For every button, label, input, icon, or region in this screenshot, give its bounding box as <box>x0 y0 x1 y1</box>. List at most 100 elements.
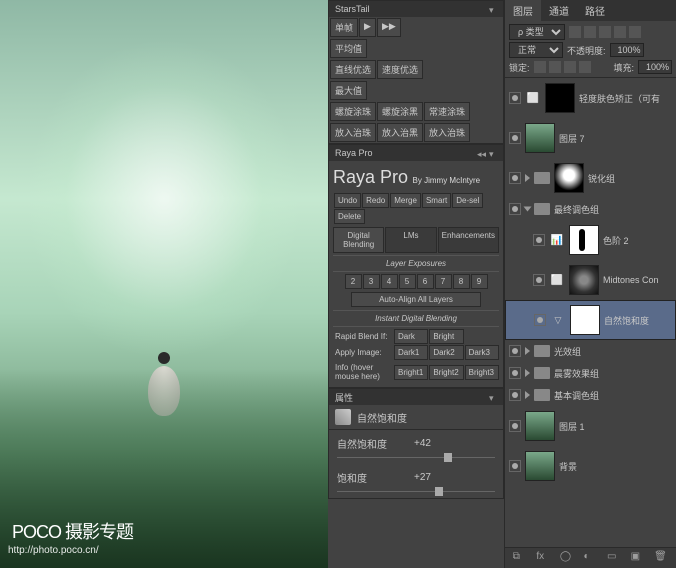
layer-thumb[interactable] <box>525 123 555 153</box>
layer-mask-thumb[interactable] <box>545 83 575 113</box>
visibility-toggle[interactable] <box>509 132 521 144</box>
desel-button[interactable]: De-sel <box>452 193 483 208</box>
lock-trans-icon[interactable] <box>534 61 546 73</box>
filter-shape-icon[interactable] <box>614 26 626 38</box>
blend-mode-select[interactable]: 正常 <box>509 42 563 58</box>
visibility-toggle[interactable] <box>509 460 521 472</box>
layer-row[interactable]: 📊 色阶 2 <box>505 220 676 260</box>
smart-button[interactable]: Smart <box>422 193 451 208</box>
layer-row[interactable]: 晨雾效果组 <box>505 362 676 384</box>
layer-row[interactable]: 锐化组 <box>505 158 676 198</box>
layer-row[interactable]: ⬜ Midtones Con <box>505 260 676 300</box>
bright2[interactable]: Bright2 <box>429 365 463 380</box>
visibility-toggle[interactable] <box>533 274 545 286</box>
exp-9[interactable]: 9 <box>471 274 488 289</box>
filter-type-icon[interactable] <box>599 26 611 38</box>
add-mask-icon[interactable]: ◯ <box>560 551 574 565</box>
layer-thumb[interactable] <box>525 451 555 481</box>
visibility-toggle[interactable] <box>509 420 521 432</box>
exp-8[interactable]: 8 <box>453 274 470 289</box>
dark1[interactable]: Dark1 <box>394 345 428 360</box>
layer-mask-thumb[interactable] <box>569 225 599 255</box>
flyout-icon[interactable]: ▾ <box>489 393 497 401</box>
link-layers-icon[interactable]: ⧉ <box>513 551 527 565</box>
fill-input[interactable] <box>638 60 672 74</box>
exp-5[interactable]: 5 <box>399 274 416 289</box>
layer-mask-thumb[interactable] <box>569 265 599 295</box>
exp-4[interactable]: 4 <box>381 274 398 289</box>
st-btn[interactable]: 单帧 <box>330 18 358 37</box>
new-group-icon[interactable]: ▭ <box>607 551 621 565</box>
filter-pixel-icon[interactable] <box>569 26 581 38</box>
lock-all-icon[interactable] <box>579 61 591 73</box>
visibility-toggle[interactable] <box>533 234 545 246</box>
layer-row[interactable]: 最终调色组 <box>505 198 676 220</box>
visibility-toggle[interactable] <box>509 389 521 401</box>
visibility-toggle[interactable] <box>509 203 521 215</box>
st-btn[interactable]: ▶ <box>359 18 376 37</box>
collapse-icon[interactable]: ◂◂ <box>477 149 485 157</box>
tab-channels[interactable]: 通道 <box>541 0 577 21</box>
layer-name[interactable]: Midtones Con <box>603 275 659 285</box>
layer-row[interactable]: 图层 7 <box>505 118 676 158</box>
layer-name[interactable]: 自然饱和度 <box>604 314 649 327</box>
visibility-toggle[interactable] <box>509 92 521 104</box>
dark3[interactable]: Dark3 <box>465 345 499 360</box>
layer-row[interactable]: 背景 <box>505 446 676 486</box>
lock-pixels-icon[interactable] <box>549 61 561 73</box>
bright1[interactable]: Bright1 <box>394 365 428 380</box>
tab-enhancements[interactable]: Enhancements <box>438 227 499 253</box>
layer-name[interactable]: 基本调色组 <box>554 389 599 402</box>
st-btn[interactable]: ▶▶ <box>377 18 401 37</box>
st-btn[interactable]: 放入治黑 <box>377 123 423 142</box>
st-btn[interactable]: 常速涂珠 <box>424 102 470 121</box>
undo-button[interactable]: Undo <box>334 193 361 208</box>
dark2[interactable]: Dark2 <box>429 345 463 360</box>
layer-name[interactable]: 光效组 <box>554 345 581 358</box>
new-layer-icon[interactable]: ▣ <box>631 551 645 565</box>
layer-mask-thumb[interactable] <box>554 163 584 193</box>
layer-name[interactable]: 最终调色组 <box>554 203 599 216</box>
layer-row[interactable]: 图层 1 <box>505 406 676 446</box>
rapid-dark[interactable]: Dark <box>394 329 428 344</box>
st-btn[interactable]: 放入治珠 <box>424 123 470 142</box>
layer-name[interactable]: 轻度肤色矫正（可有 <box>579 92 660 105</box>
bright3[interactable]: Bright3 <box>465 365 499 380</box>
layer-name[interactable]: 色阶 2 <box>603 234 629 247</box>
filter-smart-icon[interactable] <box>629 26 641 38</box>
flyout-icon[interactable]: ▾ <box>489 5 497 13</box>
layer-kind-filter[interactable]: ρ 类型 <box>509 24 565 40</box>
st-btn[interactable]: 平均值 <box>330 39 367 58</box>
layer-name[interactable]: 锐化组 <box>588 172 615 185</box>
exp-7[interactable]: 7 <box>435 274 452 289</box>
layer-name[interactable]: 晨雾效果组 <box>554 367 599 380</box>
redo-button[interactable]: Redo <box>362 193 389 208</box>
layer-fx-icon[interactable]: fx <box>536 551 550 565</box>
lock-pos-icon[interactable] <box>564 61 576 73</box>
disclosure-icon[interactable] <box>525 174 530 182</box>
exp-2[interactable]: 2 <box>345 274 362 289</box>
visibility-toggle[interactable] <box>509 172 521 184</box>
layer-name[interactable]: 图层 1 <box>559 420 585 433</box>
st-btn[interactable]: 直线优选 <box>330 60 376 79</box>
vibrance-slider[interactable]: 自然饱和度 +42 <box>329 430 503 457</box>
saturation-slider[interactable]: 饱和度 +27 <box>329 464 503 491</box>
st-btn[interactable]: 螺旋涂黑 <box>377 102 423 121</box>
delete-button[interactable]: Delete <box>334 209 365 224</box>
layer-row[interactable]: 基本调色组 <box>505 384 676 406</box>
layer-row[interactable]: ⬜ 轻度肤色矫正（可有 <box>505 78 676 118</box>
tab-digital-blending[interactable]: Digital Blending <box>333 227 384 253</box>
layer-thumb[interactable] <box>525 411 555 441</box>
disclosure-icon[interactable] <box>525 347 530 355</box>
layer-row[interactable]: ▽ 自然饱和度 <box>505 300 676 340</box>
visibility-toggle[interactable] <box>509 367 521 379</box>
layer-row[interactable]: 光效组 <box>505 340 676 362</box>
visibility-toggle[interactable] <box>509 345 521 357</box>
filter-adj-icon[interactable] <box>584 26 596 38</box>
flyout-icon[interactable]: ▾ <box>489 149 497 157</box>
tab-layers[interactable]: 图层 <box>505 0 541 21</box>
tab-paths[interactable]: 路径 <box>577 0 613 21</box>
disclosure-icon[interactable] <box>525 369 530 377</box>
delete-layer-icon[interactable]: 🗑 <box>654 551 668 565</box>
layer-name[interactable]: 图层 7 <box>559 132 585 145</box>
